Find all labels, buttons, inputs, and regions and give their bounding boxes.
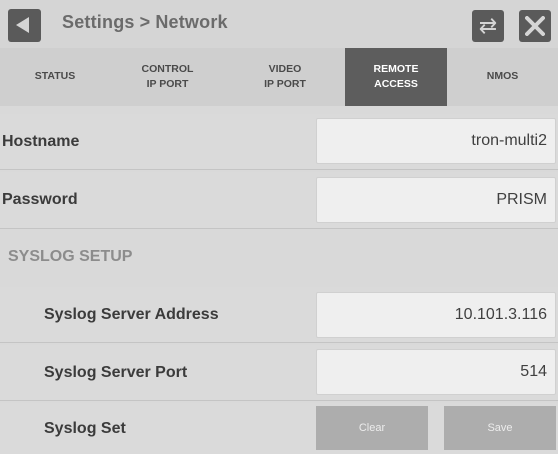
syslog-server-port-label: Syslog Server Port (44, 363, 188, 381)
syslog-server-port-field[interactable]: 514 (316, 349, 556, 395)
tab-remote-label-line2: ACCESS (374, 78, 418, 90)
password-label: Password (2, 191, 78, 208)
password-field[interactable]: PRISM (316, 177, 556, 223)
breadcrumb-network: Network (155, 12, 228, 32)
save-button-label: Save (487, 422, 513, 434)
password-value: PRISM (496, 191, 547, 208)
back-arrow-icon (16, 17, 29, 33)
swap-arrows-icon: ⇄ (478, 13, 498, 38)
tab-nmos[interactable]: NMOS (447, 48, 558, 106)
syslog-server-address-row: Syslog Server Address 10.101.3.116 (0, 287, 558, 343)
tab-control-ip-port[interactable]: CONTROL IP PORT (110, 48, 225, 106)
clear-button-label: Clear (358, 422, 386, 434)
back-button[interactable] (8, 9, 41, 42)
tab-control-label-line2: IP PORT (146, 78, 189, 90)
hostname-value: tron-multi2 (471, 132, 547, 149)
hostname-label: Hostname (2, 132, 80, 150)
swap-button[interactable]: ⇄ (472, 10, 504, 42)
save-button[interactable]: Save (444, 406, 556, 450)
syslog-setup-heading: SYSLOG SETUP (8, 248, 133, 265)
close-x-icon (525, 16, 545, 36)
syslog-server-address-label: Syslog Server Address (44, 305, 219, 323)
breadcrumb-settings[interactable]: Settings (62, 12, 135, 32)
breadcrumb: Settings > Network (62, 12, 228, 33)
tab-control-label-line1: CONTROL (141, 62, 194, 75)
close-button[interactable] (519, 10, 551, 42)
tab-remote-label-line1: REMOTE (373, 62, 419, 75)
tab-video-label-line1: VIDEO (268, 62, 302, 75)
syslog-server-address-value: 10.101.3.116 (454, 306, 547, 323)
syslog-set-label: Syslog Set (44, 419, 126, 437)
clear-button[interactable]: Clear (316, 406, 428, 450)
tab-bar: STATUS CONTROL IP PORT VIDEO IP PORT REMOT… (0, 48, 558, 106)
hostname-row: Hostname tron-multi2 (0, 114, 558, 170)
tab-video-ip-port[interactable]: VIDEO IP PORT (225, 48, 345, 106)
tab-remote-access[interactable]: REMOTE ACCESS (345, 48, 447, 106)
hostname-field[interactable]: tron-multi2 (316, 118, 556, 164)
syslog-server-port-row: Syslog Server Port 514 (0, 345, 558, 401)
password-row: Password PRISM (0, 172, 558, 229)
syslog-set-row: Syslog Set Clear Save (0, 403, 558, 454)
syslog-server-port-value: 514 (520, 363, 547, 380)
breadcrumb-separator: > (139, 12, 151, 32)
tab-status[interactable]: STATUS (0, 48, 110, 106)
tab-nmos-label: NMOS (486, 70, 519, 83)
syslog-server-address-field[interactable]: 10.101.3.116 (316, 292, 556, 338)
tab-video-label-line2: IP PORT (264, 78, 306, 90)
tab-status-label: STATUS (34, 70, 76, 83)
title-bar: Settings > Network ⇄ (0, 0, 558, 48)
